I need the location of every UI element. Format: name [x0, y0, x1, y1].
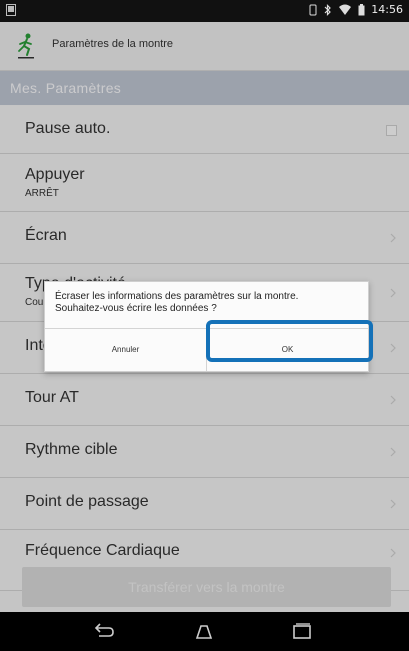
recents-icon[interactable]	[290, 621, 314, 641]
screenshot-icon	[6, 4, 16, 16]
dialog-message-line-2: Souhaitez-vous écrire les données ?	[55, 303, 217, 314]
wifi-icon	[339, 4, 352, 15]
ok-button-highlight	[206, 320, 373, 362]
battery-icon	[358, 3, 365, 15]
back-icon[interactable]	[92, 621, 116, 641]
status-bar: 14:56	[0, 0, 409, 22]
screen: 14:56 Paramètres de la montre Mes. Param…	[0, 0, 409, 651]
home-icon[interactable]	[192, 621, 216, 641]
dialog-message: Écraser les informations des paramètres …	[55, 291, 360, 315]
dialog-message-line-1: Écraser les informations des paramètres …	[55, 291, 299, 302]
status-time: 14:56	[371, 3, 403, 16]
bluetooth-icon	[324, 3, 332, 16]
status-icons: 14:56	[309, 3, 403, 16]
nav-bar	[0, 612, 409, 651]
vibrate-icon	[309, 4, 317, 15]
cancel-button[interactable]: Annuler	[45, 329, 206, 371]
